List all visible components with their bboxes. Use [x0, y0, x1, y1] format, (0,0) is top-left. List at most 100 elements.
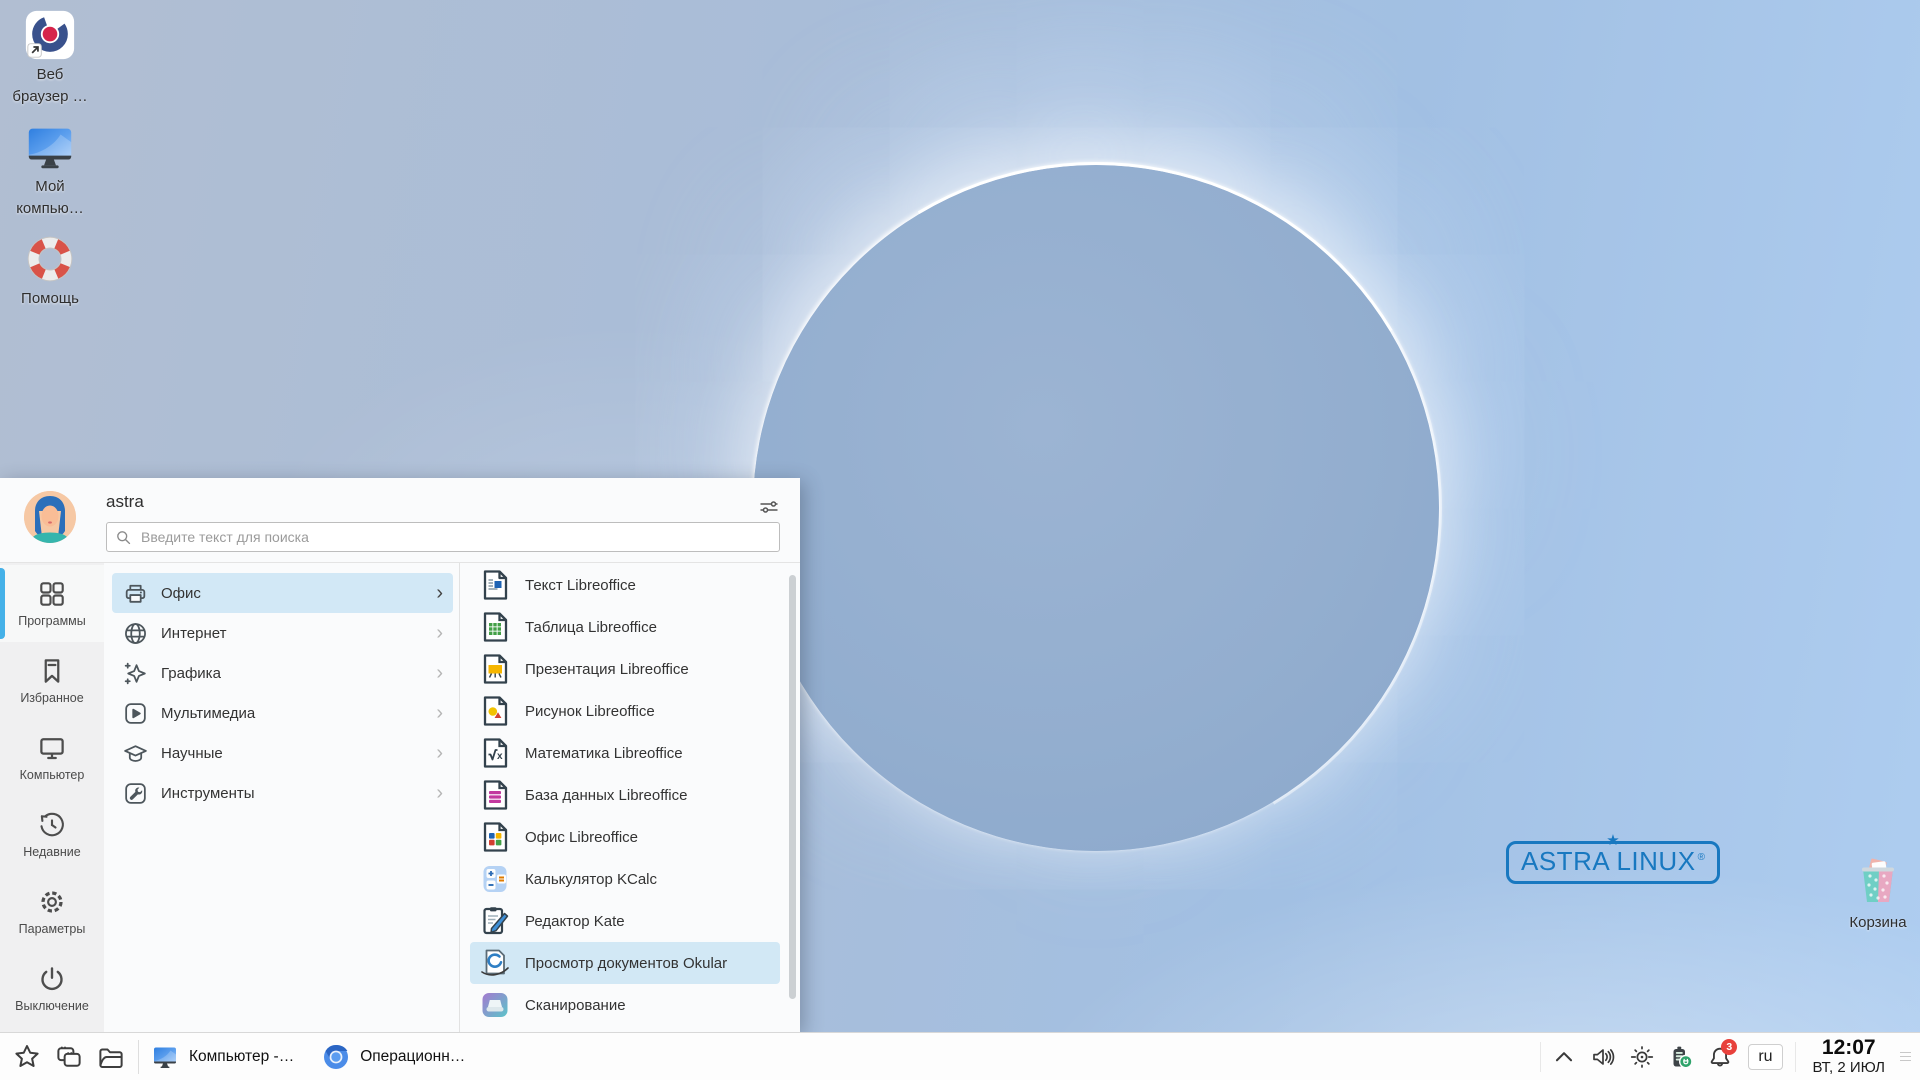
lo-draw-icon — [478, 694, 512, 728]
app-item-label: Текст Libreoffice — [525, 576, 636, 594]
chromium-icon — [322, 1043, 350, 1071]
taskbar-task-1[interactable]: Компьютер -… — [151, 1043, 294, 1071]
desktop-icon-label: компью… — [16, 200, 84, 218]
scanner-icon — [478, 988, 512, 1022]
power-icon — [37, 964, 67, 994]
multimedia-icon — [122, 700, 149, 727]
lo-writer-icon — [478, 568, 512, 602]
clock-date: ВТ, 2 ИЮЛ — [1812, 1058, 1885, 1076]
app-item-label: Офис Libreoffice — [525, 828, 638, 846]
app-item-lo-base[interactable]: База данных Libreoffice — [470, 774, 780, 816]
taskbar: Компьютер -… Операционн… 3 ru 12:07 ВТ, 2… — [0, 1032, 1920, 1080]
printer-icon — [122, 580, 149, 607]
tray-notifications[interactable]: 3 — [1700, 1037, 1739, 1077]
app-item-label: Калькулятор KCalc — [525, 870, 657, 888]
start-menu-sidebar: Программы Избранное Компьютер Недавние Парам… — [0, 563, 104, 1032]
app-item-kate[interactable]: Редактор Kate — [470, 900, 780, 942]
help-icon — [23, 232, 77, 286]
trash-desktop-icon[interactable]: Корзина — [1836, 856, 1920, 932]
start-menu: astra Программы Избранное Компьютер Недавни… — [0, 478, 800, 1032]
start-menu-header: astra — [0, 478, 800, 562]
app-item-lo-math[interactable]: x Математика Libreoffice — [470, 732, 780, 774]
science-icon — [122, 740, 149, 767]
category-multimedia[interactable]: Мультимедиа › — [112, 693, 453, 733]
scrollbar-thumb[interactable] — [789, 575, 796, 1000]
category-tools[interactable]: Инструменты › — [112, 773, 453, 813]
tray-brightness[interactable] — [1622, 1037, 1661, 1077]
app-item-scanner[interactable]: Сканирование — [470, 984, 780, 1026]
search-box — [106, 522, 780, 552]
app-item-lo-calc[interactable]: Таблица Libreoffice — [470, 606, 780, 648]
chevron-right-icon: › — [436, 662, 443, 684]
lo-base-icon — [478, 778, 512, 812]
svg-text:x: x — [497, 751, 503, 762]
taskbar-task-2[interactable]: Операционн… — [322, 1043, 465, 1071]
desktop-icon-my-computer[interactable]: Мой компью… — [0, 120, 108, 218]
panel-edit-handle[interactable] — [1900, 1051, 1911, 1062]
app-item-okular[interactable]: Просмотр документов Okular — [470, 942, 780, 984]
clock-widget[interactable]: 12:07 ВТ, 2 ИЮЛ — [1813, 1037, 1885, 1075]
chevron-right-icon: › — [436, 742, 443, 764]
sidebar-item-label: Недавние — [23, 845, 81, 859]
category-list: Офис › Интернет › Графика › Мультимедиа › Научны… — [104, 563, 459, 1032]
app-item-label: Просмотр документов Okular — [525, 954, 728, 972]
category-globe[interactable]: Интернет › — [112, 613, 453, 653]
sidebar-item-apps-grid[interactable]: Программы — [0, 565, 104, 642]
app-item-lo-impress[interactable]: Презентация Libreoffice — [470, 648, 780, 690]
sidebar-item-computer[interactable]: Компьютер — [0, 719, 104, 796]
desktop-icon-help[interactable]: Помощь — [0, 232, 108, 308]
tray-separator — [1540, 1041, 1542, 1072]
app-item-lo-start[interactable]: Офис Libreoffice — [470, 816, 780, 858]
launcher-folder-button[interactable] — [90, 1037, 132, 1077]
app-item-kcalc[interactable]: Калькулятор KCalc — [470, 858, 780, 900]
desktop-icon-label: Помощь — [21, 290, 79, 307]
sidebar-item-label: Выключение — [15, 999, 89, 1013]
planet-eclipse-art — [753, 165, 1439, 851]
launcher-windows-button[interactable] — [48, 1037, 90, 1077]
tray-volume[interactable] — [1583, 1037, 1622, 1077]
sidebar-item-bookmark[interactable]: Избранное — [0, 642, 104, 719]
lo-math-icon: x — [478, 736, 512, 770]
keyboard-layout-indicator[interactable]: ru — [1748, 1043, 1783, 1070]
sidebar-item-recent[interactable]: Недавние — [0, 796, 104, 873]
task-label: Операционн… — [360, 1047, 466, 1065]
app-item-label: Математика Libreoffice — [525, 744, 683, 762]
sidebar-item-settings[interactable]: Параметры — [0, 873, 104, 950]
app-item-label: База данных Libreoffice — [525, 786, 688, 804]
start-menu-body: Программы Избранное Компьютер Недавние Парам… — [0, 562, 800, 1032]
app-item-lo-draw[interactable]: Рисунок Libreoffice — [470, 690, 780, 732]
launcher-star-button[interactable] — [6, 1037, 48, 1077]
tray-separator — [1794, 1041, 1796, 1072]
category-label: Графика — [161, 664, 221, 682]
sliders-icon[interactable] — [758, 496, 780, 518]
chevron-right-icon: › — [436, 782, 443, 804]
sidebar-item-power[interactable]: Выключение — [0, 950, 104, 1027]
username: astra — [106, 492, 144, 511]
category-printer[interactable]: Офис › — [112, 573, 453, 613]
taskbar-separator — [138, 1039, 139, 1074]
kate-icon — [478, 904, 512, 938]
category-graphics[interactable]: Графика › — [112, 653, 453, 693]
web-browser-icon — [23, 8, 77, 62]
app-item-lo-writer[interactable]: Текст Libreoffice — [470, 564, 780, 606]
tray-battery-charging[interactable] — [1661, 1037, 1700, 1077]
category-label: Офис — [161, 584, 201, 602]
trash-label: Корзина — [1849, 914, 1907, 931]
taskbar-tasks: Компьютер -… Операционн… — [151, 1043, 493, 1071]
chevron-right-icon: › — [436, 622, 443, 644]
app-item-label: Сканирование — [525, 996, 626, 1014]
app-item-label: Таблица Libreoffice — [525, 618, 657, 636]
app-list-scrollbar[interactable] — [789, 567, 796, 1028]
tray-chevron-up[interactable] — [1544, 1037, 1583, 1077]
search-input[interactable] — [139, 528, 771, 546]
search-icon — [115, 529, 132, 546]
sidebar-item-label: Избранное — [20, 691, 84, 705]
desktop-icon-web-browser[interactable]: Веб браузер … — [0, 8, 108, 106]
okular-icon — [478, 946, 512, 980]
lo-impress-icon — [478, 652, 512, 686]
taskbar-launchers — [6, 1037, 132, 1077]
user-avatar[interactable] — [24, 491, 76, 543]
category-science[interactable]: Научные › — [112, 733, 453, 773]
lo-start-icon — [478, 820, 512, 854]
system-tray: 3 — [1544, 1037, 1739, 1077]
